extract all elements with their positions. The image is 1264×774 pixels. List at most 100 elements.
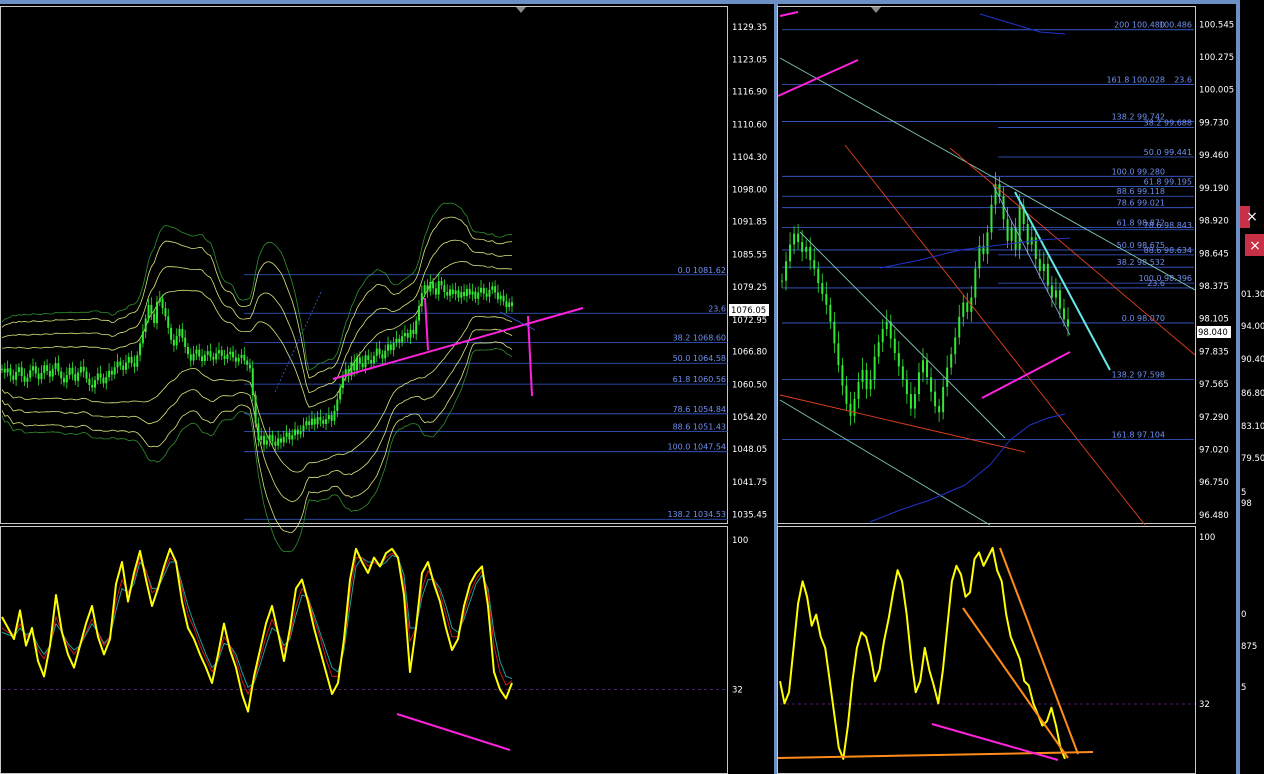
- left-candle-body: [330, 415, 333, 421]
- left-candle-body: [398, 338, 401, 343]
- left-candle-body: [446, 291, 449, 296]
- left-candle-body: [153, 313, 156, 324]
- right-candle-body: [833, 321, 836, 344]
- left-window-frame: [0, 0, 774, 4]
- left-candle-body: [127, 356, 130, 363]
- left-yaxis-tick: 1048.05: [732, 445, 767, 455]
- left-candle-body: [353, 362, 356, 371]
- left-candle-body: [251, 368, 254, 396]
- left-candle-body: [302, 425, 305, 432]
- left-candle-body: [77, 372, 80, 381]
- left-candle-body: [9, 368, 12, 376]
- right-candle-body: [921, 360, 924, 373]
- left-candle-body: [460, 291, 463, 298]
- left-yaxis-tick: 1060.50: [732, 380, 767, 390]
- left-candle-body: [102, 377, 105, 384]
- left-candle-body: [133, 363, 136, 367]
- left-candle-body: [57, 363, 60, 372]
- right-candle-body: [801, 242, 804, 252]
- left-candle-body: [336, 399, 339, 411]
- left-candle-body: [325, 419, 328, 424]
- left-candle-body: [79, 366, 82, 373]
- right-candle-body: [789, 244, 792, 262]
- left-candle-body: [46, 365, 49, 371]
- right-yaxis-tick: 97.290: [1199, 413, 1229, 423]
- left-osc-tick-100: 100: [732, 536, 748, 546]
- right-candle-body: [1010, 227, 1013, 241]
- right-candle-body: [1046, 263, 1049, 286]
- right-candle-body: [913, 394, 916, 409]
- left-candle-body: [296, 429, 299, 435]
- right-fib-label: 100.486: [1159, 21, 1192, 30]
- left-candle-body: [485, 293, 488, 297]
- left-candle-body: [20, 367, 23, 377]
- left-candle-body: [74, 374, 77, 381]
- left-candle-body: [164, 308, 167, 317]
- left-candle-body: [291, 435, 294, 440]
- left-candle-body: [449, 289, 452, 296]
- left-candle-body: [34, 366, 37, 374]
- left-osc-tick-32: 32: [732, 686, 743, 696]
- right-fib-label: 23.6: [1174, 76, 1192, 85]
- left-candle-body: [68, 367, 71, 376]
- left-candle-body: [31, 366, 34, 371]
- right-fib-label: 88.6 99.118: [1117, 187, 1165, 196]
- right-fib-label: 161.8 100.028: [1106, 76, 1165, 85]
- right-fib-label: 50.0 99.441: [1144, 148, 1192, 157]
- left-candle-body: [26, 377, 29, 382]
- left-candle-body: [263, 435, 266, 445]
- right-fib-label: 0.0 98.070: [1122, 314, 1165, 323]
- left-candle-body: [85, 371, 88, 379]
- left-candle-body: [254, 395, 257, 424]
- left-candle-body: [432, 282, 435, 289]
- left-candle-body: [158, 298, 161, 302]
- left-candle-body: [198, 349, 201, 357]
- left-candle-body: [451, 289, 454, 295]
- left-candle-body: [96, 373, 99, 381]
- right-candle-body: [813, 260, 816, 269]
- right-yaxis-tick: 100.545: [1199, 20, 1234, 30]
- left-candle-body: [420, 293, 423, 307]
- left-candle-body: [378, 348, 381, 355]
- left-candle-body: [322, 420, 325, 424]
- left-candle-body: [105, 377, 108, 384]
- left-candle-body: [99, 373, 102, 378]
- left-candle-body: [184, 337, 187, 348]
- left-candle-body: [299, 431, 302, 435]
- left-candle-body: [141, 331, 144, 344]
- left-candle-body: [189, 354, 192, 361]
- right-price-box-label: 98.040: [1198, 328, 1228, 338]
- left-candle-body: [229, 351, 232, 355]
- left-fib-label: 88.6 1051.43: [673, 423, 726, 432]
- left-candle-body: [392, 342, 395, 351]
- left-yaxis-tick: 1079.25: [732, 283, 767, 293]
- right-candle-body: [950, 354, 953, 368]
- left-fib-label: 78.6 1054.84: [673, 405, 726, 414]
- left-candle-body: [313, 418, 316, 425]
- left-candle-body: [434, 288, 437, 295]
- background-axis-label: 01.30: [1241, 290, 1264, 300]
- left-candle-body: [48, 370, 51, 377]
- right-candle-body: [825, 293, 828, 305]
- left-candle-body: [412, 329, 415, 335]
- left-candle-body: [477, 292, 480, 299]
- left-candle-body: [463, 291, 466, 297]
- left-candle-body: [12, 375, 15, 380]
- left-candle-body: [443, 285, 446, 292]
- background-axis-label: 98: [1241, 499, 1252, 509]
- right-candle-body: [966, 302, 969, 313]
- left-candle-body: [113, 367, 116, 375]
- left-candle-body: [124, 362, 127, 370]
- left-candle-body: [271, 434, 274, 442]
- left-candle-body: [406, 333, 409, 338]
- left-candle-body: [175, 336, 178, 346]
- left-candle-body: [234, 357, 237, 362]
- right-fib-label: 23.6: [1147, 279, 1165, 288]
- right-candle-body: [958, 316, 961, 338]
- left-candle-body: [170, 327, 173, 340]
- right-osc-tick-32: 32: [1199, 700, 1210, 710]
- right-yaxis-tick: 97.565: [1199, 380, 1229, 390]
- right-yaxis-tick: 97.835: [1199, 347, 1229, 357]
- workspace-background: [0, 0, 1264, 774]
- right-candle-body: [905, 379, 908, 395]
